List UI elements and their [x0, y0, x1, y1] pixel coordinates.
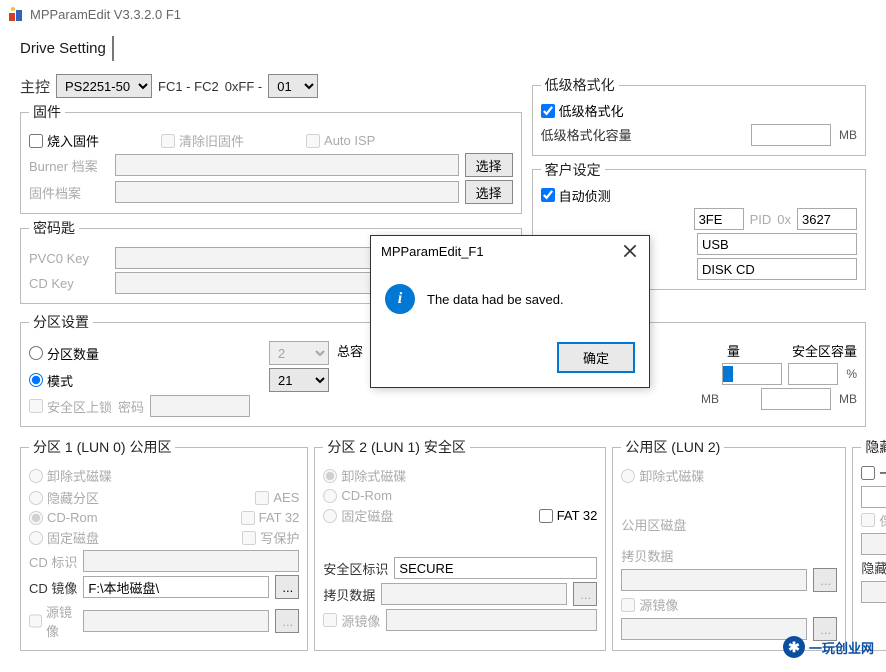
- hidden-archive-input[interactable]: [861, 581, 886, 603]
- lun1-copy-label: 拷贝数据: [323, 585, 375, 604]
- hidden-normal-input[interactable]: [861, 486, 886, 508]
- lun0-wp-check[interactable]: 写保护: [242, 528, 299, 547]
- firmware-group: 固件 烧入固件 清除旧固件 Auto ISP Burner 档案 选择 固件档案: [20, 102, 522, 214]
- clear-old-firmware-check[interactable]: 清除旧固件: [161, 131, 244, 150]
- lun2-removable-radio[interactable]: 卸除式磁碟: [621, 466, 704, 485]
- lun2-copy-browse[interactable]: ...: [813, 568, 837, 592]
- lowformat-cap-input[interactable]: [751, 124, 831, 146]
- hidden-protect-input[interactable]: [861, 533, 886, 555]
- lun0-hidden-radio[interactable]: 隐藏分区: [29, 488, 99, 507]
- lun2-src-check[interactable]: 源镜像: [621, 595, 678, 614]
- cd-label-input[interactable]: [83, 550, 299, 572]
- partition-mode-radio[interactable]: 模式: [29, 371, 73, 390]
- firmware-file-input[interactable]: [115, 181, 459, 203]
- safe-label-label: 安全区标识: [323, 559, 388, 578]
- hidden-protect-check[interactable]: 保护隐藏区: [861, 511, 886, 530]
- disk-input[interactable]: [697, 258, 857, 280]
- firmware-select-button[interactable]: 选择: [465, 180, 513, 204]
- window-title: MPParamEdit V3.3.2.0 F1: [30, 7, 181, 22]
- hidden-archive-label: 隐藏分档案: [861, 558, 886, 577]
- fc-label: FC1 - FC2: [158, 79, 219, 94]
- pwd-label: 密码: [118, 397, 144, 416]
- dialog-message: The data had be saved.: [427, 292, 564, 307]
- safe-pct-input[interactable]: [788, 363, 838, 385]
- controller-chip-select[interactable]: PS2251-50: [56, 74, 152, 98]
- lun1-src-check[interactable]: 源镜像: [323, 611, 380, 630]
- burner-file-label: Burner 档案: [29, 156, 109, 175]
- lowformat-cap-label: 低级格式化容量: [541, 125, 632, 144]
- lun1-cdrom-radio[interactable]: CD-Rom: [323, 488, 392, 503]
- lowformat-check[interactable]: 低级格式化: [541, 101, 624, 120]
- oxff-select[interactable]: 01: [268, 74, 318, 98]
- cd-image-input[interactable]: [83, 576, 269, 598]
- safe-label-input[interactable]: [394, 557, 597, 579]
- lun0-fixed-radio[interactable]: 固定磁盘: [29, 528, 99, 547]
- lun2-src-input[interactable]: [621, 618, 807, 640]
- lun0-aes-check[interactable]: AES: [255, 490, 299, 505]
- dialog-ok-button[interactable]: 确定: [557, 342, 635, 373]
- lun2-copy-input[interactable]: [621, 569, 807, 591]
- pid-input[interactable]: [797, 208, 857, 230]
- lun1-fixed-radio[interactable]: 固定磁盘: [323, 506, 393, 525]
- lun0-src-browse[interactable]: ...: [275, 609, 299, 633]
- pvc0-label: PVC0 Key: [29, 251, 109, 266]
- burner-file-input[interactable]: [115, 154, 459, 176]
- pwd-input[interactable]: [150, 395, 250, 417]
- burn-firmware-check[interactable]: 烧入固件: [29, 131, 99, 150]
- cdkey-label: CD Key: [29, 276, 109, 291]
- cd-image-label: CD 镜像: [29, 578, 77, 597]
- lun0-group: 分区 1 (LUN 0) 公用区 卸除式磁碟 隐藏分区 AES CD-Rom F…: [20, 437, 308, 651]
- app-icon: [8, 6, 24, 22]
- lun1-src-input[interactable]: [386, 609, 597, 631]
- pid-label: PID: [750, 212, 772, 227]
- lun0-cdrom-radio[interactable]: CD-Rom: [29, 510, 98, 525]
- lun2-copy-label: 拷贝数据: [621, 546, 673, 565]
- lun0-src-input[interactable]: [83, 610, 269, 632]
- controller-label: 主控: [20, 76, 50, 97]
- partition-count-radio[interactable]: 分区数量: [29, 344, 99, 363]
- vid-input[interactable]: [694, 208, 744, 230]
- lun1-copy-browse[interactable]: ...: [573, 582, 597, 606]
- titlebar: MPParamEdit V3.3.2.0 F1: [0, 0, 886, 28]
- partition-count-select[interactable]: 2: [269, 341, 329, 365]
- tab-drive-setting[interactable]: Drive Setting: [14, 36, 114, 61]
- watermark-icon: ✱: [783, 636, 805, 658]
- burner-select-button[interactable]: 选择: [465, 153, 513, 177]
- hidden-group: 隐藏分区 一般隐藏区 KB 保护隐藏区 KB 隐藏分档案 ...: [852, 437, 886, 651]
- lun1-fat32-check[interactable]: FAT 32: [539, 508, 598, 523]
- lun0-fat32-check[interactable]: FAT 32: [241, 510, 300, 525]
- dialog-title: MPParamEdit_F1: [381, 244, 484, 259]
- firmware-file-label: 固件档案: [29, 183, 109, 202]
- auto-detect-check[interactable]: 自动侦测: [541, 186, 611, 205]
- safe-mb-input[interactable]: [761, 388, 831, 410]
- lun2-group: 公用区 (LUN 2) 卸除式磁碟 公用区磁盘 拷贝数据 ... 源镜像 ...: [612, 437, 846, 651]
- oxff-label: 0xFF -: [225, 79, 263, 94]
- cd-label-label: CD 标识: [29, 552, 77, 571]
- lun0-removable-radio[interactable]: 卸除式磁碟: [29, 466, 112, 485]
- close-icon[interactable]: [621, 242, 639, 260]
- watermark: ✱ 一玩创业网: [783, 636, 874, 658]
- lowformat-group: 低级格式化 低级格式化 低级格式化容量 MB: [532, 75, 866, 156]
- tab-strip: Drive Setting: [0, 28, 886, 61]
- save-dialog: MPParamEdit_F1 i The data had be saved. …: [370, 235, 650, 388]
- capacity-slider[interactable]: [722, 363, 782, 385]
- usb-input[interactable]: [697, 233, 857, 255]
- info-icon: i: [385, 284, 415, 314]
- hidden-normal-check[interactable]: 一般隐藏区: [861, 463, 886, 482]
- lun1-removable-radio[interactable]: 卸除式磁碟: [323, 466, 406, 485]
- lun1-copy-input[interactable]: [381, 583, 567, 605]
- cd-image-browse[interactable]: ...: [275, 575, 299, 599]
- lun2-pubdisk-label: 公用区磁盘: [621, 515, 686, 534]
- partition-mode-select[interactable]: 21: [269, 368, 329, 392]
- lock-check[interactable]: 安全区上锁: [29, 397, 112, 416]
- auto-isp-check[interactable]: Auto ISP: [306, 133, 375, 148]
- lun1-group: 分区 2 (LUN 1) 安全区 卸除式磁碟 CD-Rom 固定磁盘 FAT 3…: [314, 437, 606, 651]
- lun0-src-check[interactable]: 源镜像: [29, 602, 77, 640]
